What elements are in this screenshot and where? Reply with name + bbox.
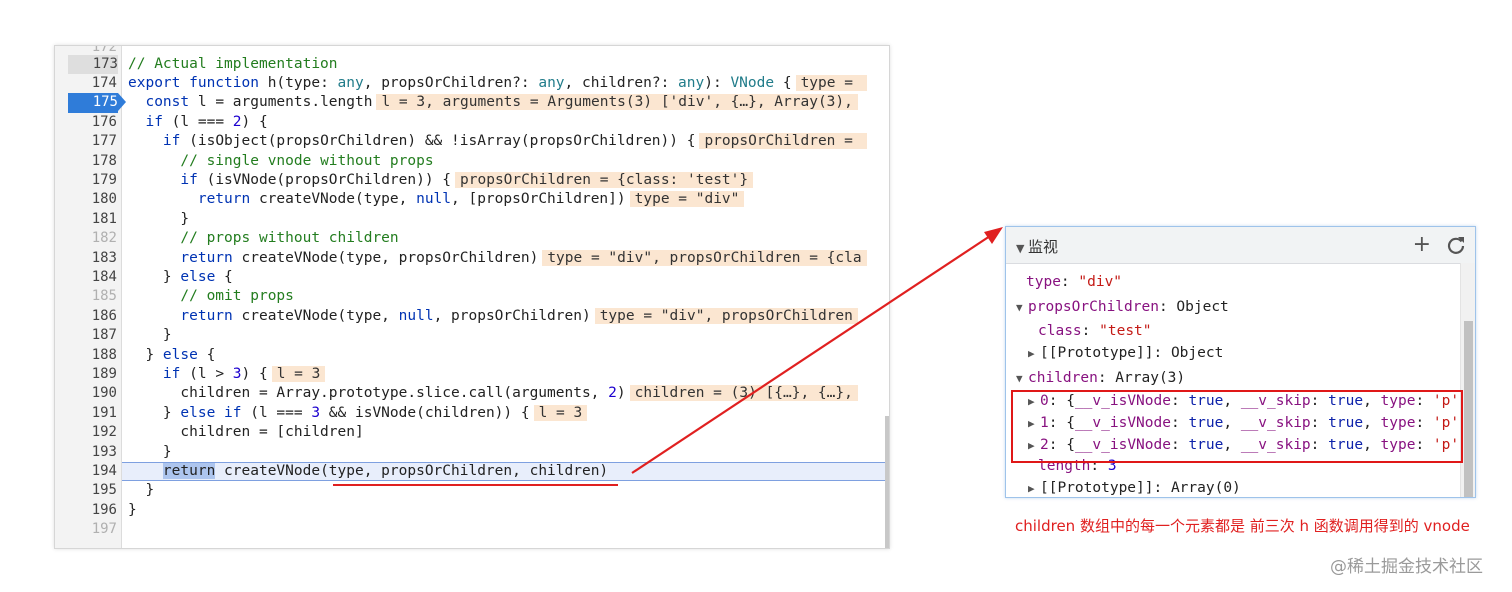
watch-scrollbar-thumb[interactable] <box>1464 321 1473 497</box>
watch-token: [[Prototype]]: Array(0) <box>1040 480 1241 496</box>
collapsed-triangle-icon[interactable]: ▶ <box>1028 479 1040 497</box>
watch-row[interactable]: ▶ [[Prototype]]: Object <box>1028 343 1223 364</box>
watch-token: type <box>1026 274 1061 290</box>
watch-token: [[Prototype]]: Object <box>1040 345 1224 361</box>
watch-title-label: 监视 <box>1027 238 1058 256</box>
watermark: @稀土掘金技术社区 <box>1330 557 1483 577</box>
watch-token: "test" <box>1099 323 1152 339</box>
annotation-caption: children 数组中的每一个元素都是 前三次 h 函数调用得到的 vnode <box>1015 517 1470 535</box>
collapsed-triangle-icon[interactable]: ▶ <box>1028 344 1040 364</box>
watch-panel-header[interactable]: ▼ 监视 + <box>1006 227 1475 264</box>
expanded-triangle-icon[interactable]: ▼ <box>1016 369 1028 389</box>
watch-row[interactable]: ▼ children: Array(3) <box>1016 368 1185 389</box>
watch-token: "div" <box>1078 274 1123 290</box>
refresh-icon[interactable] <box>1445 235 1467 257</box>
watch-row[interactable]: class: "test" <box>1038 321 1152 341</box>
watch-token: : Object <box>1158 299 1229 315</box>
children-items-highlight-box <box>1011 390 1463 463</box>
watch-token: propsOrChildren <box>1028 299 1159 315</box>
watch-token: : <box>1081 323 1100 339</box>
watch-row[interactable]: type: "div" <box>1026 272 1122 292</box>
watch-token: children <box>1028 370 1098 386</box>
expanded-triangle-icon[interactable]: ▼ <box>1016 298 1028 318</box>
watch-token: : Array(3) <box>1097 370 1186 386</box>
collapse-triangle-icon: ▼ <box>1016 242 1028 255</box>
watch-panel-title[interactable]: ▼ 监视 <box>1016 236 1058 257</box>
watch-token: class <box>1038 323 1082 339</box>
watch-token: : <box>1060 274 1079 290</box>
watch-row[interactable]: ▶ [[Prototype]]: Array(0) <box>1028 478 1241 497</box>
watch-row[interactable]: ▼ propsOrChildren: Object <box>1016 297 1229 318</box>
add-watch-button[interactable]: + <box>1413 232 1431 257</box>
